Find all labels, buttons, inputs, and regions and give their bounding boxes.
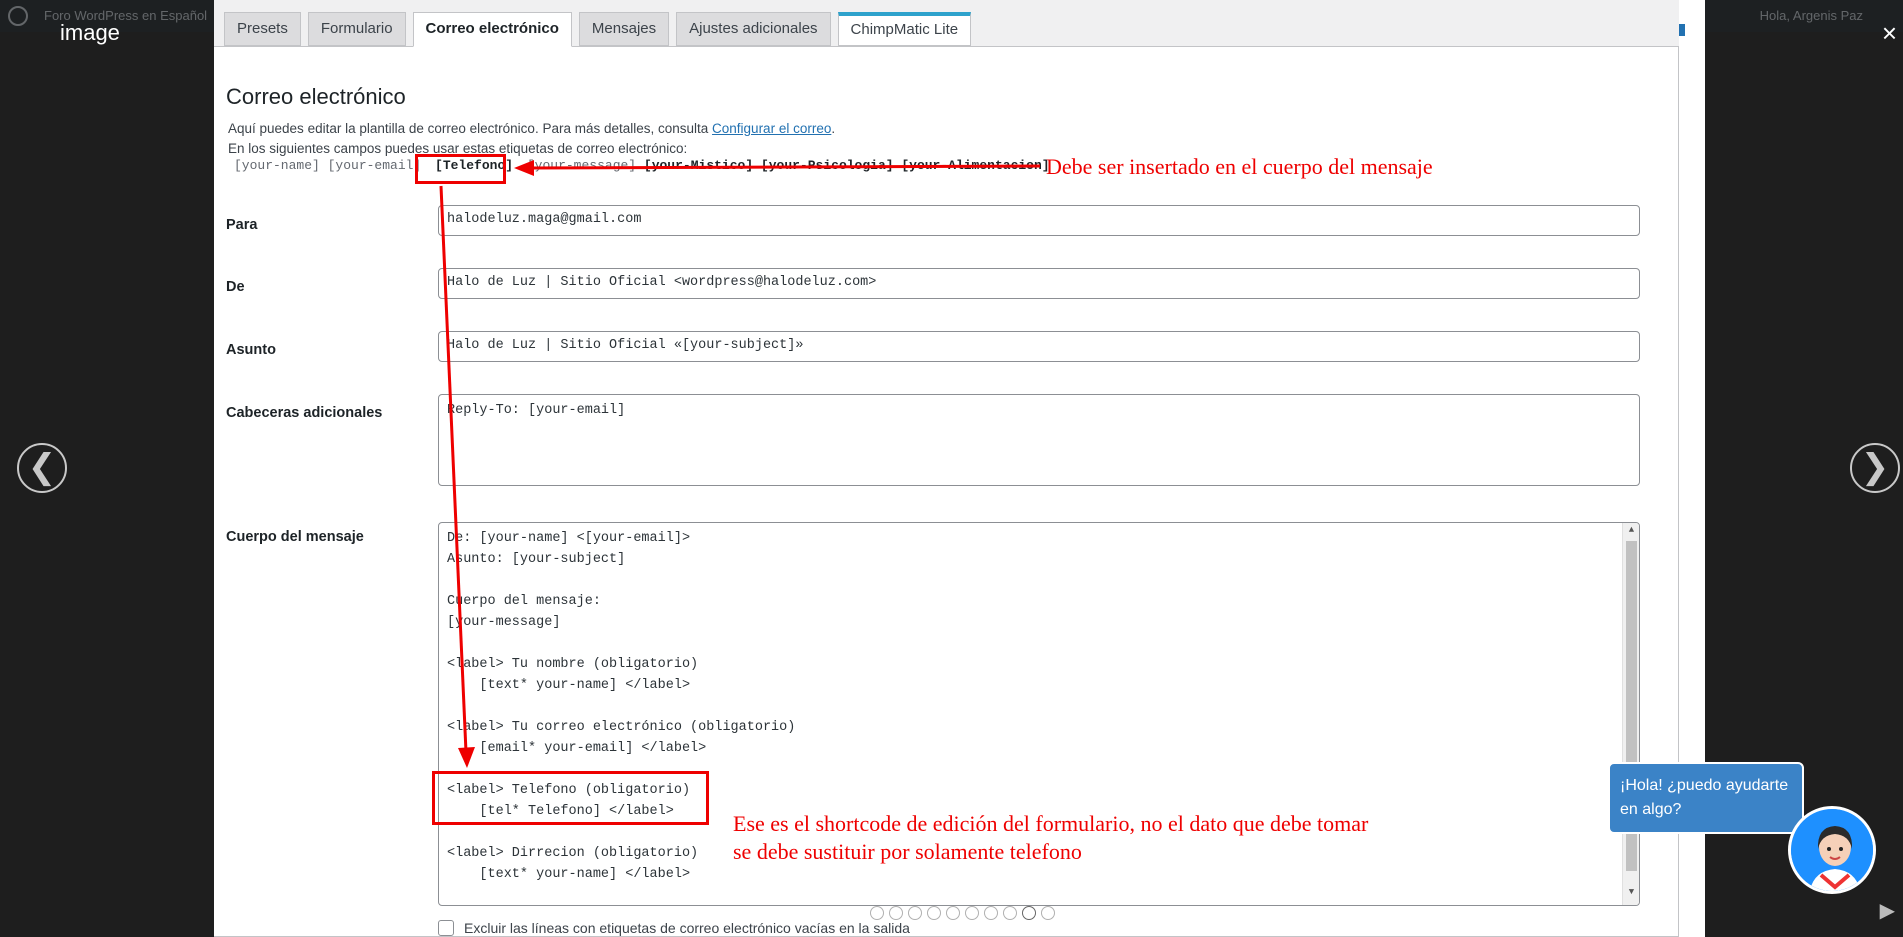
- chat-avatar[interactable]: [1788, 806, 1876, 894]
- body-line: [your-message]: [447, 615, 561, 630]
- chat-bubble[interactable]: ¡Hola! ¿puedo ayudarte en algo?: [1608, 762, 1804, 834]
- cabeceras-label: Cabeceras adicionales: [226, 405, 383, 421]
- support-agent-icon: [1791, 809, 1873, 891]
- para-label: Para: [226, 217, 258, 233]
- strip-accent: [1679, 24, 1685, 36]
- de-label: De: [226, 279, 245, 295]
- tab-ajustes[interactable]: Ajustes adicionales: [676, 12, 831, 46]
- body-line: De: [your-name] <[your-email]>: [447, 531, 691, 546]
- exclude-empty-checkbox[interactable]: [438, 920, 454, 936]
- body-line: [447, 633, 1631, 654]
- body-line: [email* your-email] </label>: [447, 741, 707, 756]
- pager-dot[interactable]: [984, 906, 998, 920]
- tag-message: [your-message]: [526, 158, 637, 173]
- body-line: [text* your-name] </label>: [447, 867, 691, 882]
- annotation-bottom-1: Ese es el shortcode de edición del formu…: [733, 811, 1369, 836]
- tab-bar: Presets Formulario Correo electrónico Me…: [224, 12, 978, 47]
- tags-bold: [your-Mistico] [your-Psicologia] [your-A…: [643, 158, 1050, 173]
- exclude-empty-row: Excluir las líneas con etiquetas de corr…: [438, 920, 910, 936]
- configure-mail-link[interactable]: Configurar el correo: [712, 121, 831, 136]
- tab-chimpmatic[interactable]: ChimpMatic Lite: [837, 12, 972, 46]
- body-line: [447, 696, 1631, 717]
- body-line: <label> Tu nombre (obligatorio): [447, 657, 699, 672]
- pager-dot[interactable]: [1003, 906, 1017, 920]
- pager-dot[interactable]: [965, 906, 979, 920]
- body-line: Asunto: [your-subject]: [447, 552, 626, 567]
- tab-mensajes[interactable]: Mensajes: [578, 12, 670, 46]
- tab-correo[interactable]: Correo electrónico: [412, 12, 572, 47]
- mail-tags: [your-name] [your-email] [Telefono] [you…: [234, 158, 1050, 173]
- highlight-tag-box: [415, 154, 506, 184]
- body-line: [text* your-name] </label>: [447, 678, 691, 693]
- lightbox-title: image: [60, 20, 120, 45]
- cuerpo-label: Cuerpo del mensaje: [226, 529, 364, 545]
- body-line: [447, 570, 1631, 591]
- account-greeting: Hola, Argenis Paz: [1759, 8, 1863, 23]
- pager-dot[interactable]: [870, 906, 884, 920]
- pager-dot[interactable]: [889, 906, 903, 920]
- pager-dot[interactable]: [908, 906, 922, 920]
- play-icon[interactable]: ▶: [1880, 898, 1895, 923]
- asunto-label: Asunto: [226, 342, 276, 358]
- intro-prefix: Aquí puedes editar la plantilla de corre…: [228, 121, 713, 136]
- annotation-bottom-2: se debe sustituir por solamente telefono: [733, 839, 1082, 864]
- intro-text: Aquí puedes editar la plantilla de corre…: [228, 119, 835, 159]
- image-pager: [870, 906, 1060, 920]
- tab-presets[interactable]: Presets: [224, 12, 301, 46]
- tab-formulario[interactable]: Formulario: [307, 12, 406, 46]
- pager-dot[interactable]: [1022, 906, 1036, 920]
- exclude-empty-label: Excluir las líneas con etiquetas de corr…: [464, 920, 910, 936]
- cabeceras-textarea[interactable]: Reply-To: [your-email]: [438, 394, 1640, 486]
- de-input[interactable]: Halo de Luz | Sitio Oficial <wordpress@h…: [438, 268, 1640, 299]
- scroll-down-icon[interactable]: ▼: [1623, 887, 1639, 903]
- tags-plain: [your-name] [your-email]: [234, 158, 422, 173]
- pager-dot[interactable]: [946, 906, 960, 920]
- next-image-button[interactable]: ❯: [1850, 443, 1900, 493]
- annotation-top: Debe ser insertado en el cuerpo del mens…: [1046, 154, 1433, 179]
- wordpress-icon: [8, 6, 28, 26]
- body-line: Cuerpo del mensaje:: [447, 594, 601, 609]
- highlight-shortcode-box: [432, 771, 709, 825]
- para-input[interactable]: halodeluz.maga@gmail.com: [438, 205, 1640, 236]
- close-icon[interactable]: ×: [1882, 18, 1897, 49]
- body-line: <label> Tu correo electrónico (obligator…: [447, 720, 796, 735]
- cuerpo-scrollbar[interactable]: ▲ ▼: [1622, 523, 1639, 905]
- pager-dot[interactable]: [1041, 906, 1055, 920]
- intro-suffix: .: [831, 121, 836, 136]
- previous-image-button[interactable]: ❮: [17, 443, 67, 493]
- tags-intro: En los siguientes campos puedes usar est…: [228, 141, 688, 156]
- pager-dot[interactable]: [927, 906, 941, 920]
- section-title: Correo electrónico: [226, 84, 406, 109]
- asunto-input[interactable]: Halo de Luz | Sitio Oficial «[your-subje…: [438, 331, 1640, 362]
- scroll-up-icon[interactable]: ▲: [1623, 525, 1639, 541]
